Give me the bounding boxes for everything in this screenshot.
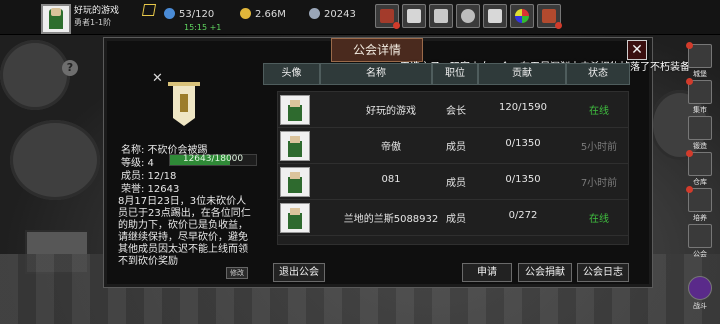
member-name: 兰地的兰斯5088932 [343, 214, 439, 225]
menu-item-castle[interactable]: 城堡 [686, 42, 712, 79]
member-role: 成员 [446, 178, 466, 189]
guild-icon [688, 224, 712, 248]
stamina-timer: 15:15 +1 [184, 23, 222, 32]
guild-honor: 荣誉: 12643 [121, 184, 180, 195]
gold-counter: 2.66M [240, 8, 286, 20]
settings-icon[interactable] [456, 4, 480, 28]
member-status: 在线 [589, 214, 609, 225]
member-name: 好玩的游戏 [366, 106, 416, 117]
member-avatar[interactable] [280, 131, 310, 161]
stamina-counter: 53/120 [164, 8, 214, 20]
stamina-icon [164, 8, 175, 19]
member-avatar[interactable] [280, 95, 310, 125]
member-role: 会长 [446, 106, 466, 117]
member-name: 帝傲 [381, 142, 401, 153]
guild-donate-button[interactable]: 公会捐献 [518, 263, 572, 282]
menu-item-forge[interactable]: 锻造 [688, 116, 712, 151]
gift-icon[interactable] [483, 4, 507, 28]
training-icon [686, 186, 712, 212]
modify-notice-button[interactable]: 修改 [226, 267, 248, 279]
table-row-partial[interactable] [277, 235, 629, 245]
player-name: 好玩的游戏 [74, 6, 120, 16]
table-row[interactable]: 兰地的兰斯5088932 成员 0/272 在线 [277, 199, 629, 237]
tree [0, 40, 70, 110]
gamepad-icon[interactable] [429, 4, 453, 28]
apply-button[interactable]: 申请 [462, 263, 512, 282]
player-level: 勇者1-1阶 [74, 18, 112, 27]
guild-log-button[interactable]: 公会日志 [577, 263, 629, 282]
bag-icon[interactable] [537, 4, 562, 29]
member-name: 081 [381, 174, 401, 185]
guild-notice: 8月17日23日，3位未砍价人员已于23点踢出，在各位同仁的助力下，砍价已是负收… [118, 196, 251, 267]
wheel-icon[interactable] [510, 4, 534, 28]
member-contribution: 0/1350 [505, 174, 541, 185]
member-avatar[interactable] [280, 167, 310, 197]
menu-item-market[interactable]: 集市 [686, 78, 712, 115]
header-avatar: 头像 [263, 63, 320, 85]
player-avatar[interactable] [41, 4, 71, 34]
member-role: 成员 [446, 142, 466, 153]
member-status: 7小时前 [580, 178, 618, 189]
table-row[interactable]: 081 成员 0/1350 7小时前 [277, 163, 629, 201]
menu-label: 城堡 [693, 70, 707, 78]
menu-item-warehouse[interactable]: 仓库 [686, 150, 712, 187]
leave-guild-button[interactable]: 退出公会 [273, 263, 325, 282]
guild-level-progress: 12643/18000 [182, 154, 244, 164]
gem-counter: 20243 [309, 8, 356, 20]
guild-banner-icon [168, 82, 200, 134]
shop-icon[interactable] [375, 4, 400, 29]
member-avatar[interactable] [280, 203, 310, 233]
help-icon[interactable]: ? [62, 60, 78, 76]
menu-label: 集市 [693, 106, 707, 114]
member-status: 5小时前 [580, 142, 618, 153]
edit-icon[interactable] [141, 4, 157, 16]
forge-icon [688, 116, 712, 140]
close-icon[interactable]: ✕ [152, 71, 163, 86]
member-contribution: 0/272 [508, 210, 538, 221]
castle-icon [686, 42, 712, 68]
guild-level-bar: 12643/18000 [169, 154, 257, 166]
member-status: 在线 [589, 106, 609, 117]
tree [10, 120, 100, 200]
menu-item-guild[interactable]: 公会 [688, 224, 712, 259]
gold-coin-icon [240, 8, 251, 19]
member-role: 成员 [446, 214, 466, 225]
market-icon [686, 78, 712, 104]
mail-icon[interactable] [402, 4, 426, 28]
member-contribution: 120/1590 [499, 102, 547, 113]
battle-icon [688, 276, 712, 300]
header-name: 名称 [320, 63, 432, 85]
top-bar: 好玩的游戏 勇者1-1阶 53/120 15:15 +1 2.66M 20243 [0, 0, 720, 35]
warehouse-icon [686, 150, 712, 176]
menu-label: 锻造 [693, 142, 707, 150]
table-row[interactable]: 帝傲 成员 0/1350 5小时前 [277, 127, 629, 165]
menu-label: 培养 [693, 214, 707, 222]
menu-item-training[interactable]: 培养 [686, 186, 712, 223]
header-status: 状态 [566, 63, 630, 85]
table-row[interactable]: 好玩的游戏 会长 120/1590 在线 [277, 91, 629, 129]
close-button[interactable]: ✕ [627, 40, 647, 60]
header-role: 职位 [432, 63, 478, 85]
menu-label: 公会 [693, 250, 707, 258]
gem-icon [309, 8, 320, 19]
member-contribution: 0/1350 [505, 138, 541, 149]
menu-label: 仓库 [693, 178, 707, 186]
menu-item-battle[interactable]: 战斗 [688, 276, 712, 311]
menu-label: 战斗 [693, 302, 707, 310]
header-contribution: 贡献 [478, 63, 566, 85]
